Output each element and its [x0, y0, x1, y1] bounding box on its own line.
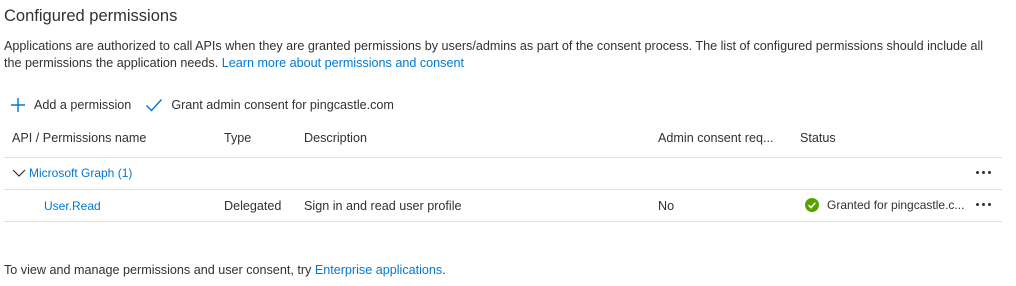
command-bar: Add a permission Grant admin consent for… — [10, 94, 408, 116]
granted-check-circle-icon — [805, 198, 819, 212]
checkmark-icon — [146, 99, 163, 112]
footer-text: To view and manage permissions and user … — [4, 263, 312, 277]
footer-note: To view and manage permissions and user … — [4, 263, 446, 277]
group-more-actions-icon[interactable] — [975, 168, 993, 178]
permission-description: Sign in and read user profile — [304, 199, 462, 213]
group-label: Microsoft Graph (1) — [29, 166, 133, 180]
plus-icon — [11, 98, 25, 112]
group-expander-microsoft-graph[interactable]: Microsoft Graph (1) — [12, 166, 132, 180]
add-permission-label: Add a permission — [34, 98, 132, 112]
permission-name-link[interactable]: User.Read — [44, 199, 101, 213]
permission-type: Delegated — [224, 199, 282, 213]
permission-status: Granted for pingcastle.c... — [805, 198, 965, 212]
row-more-actions-icon[interactable] — [975, 200, 993, 210]
description-text: Applications are authorized to call APIs… — [4, 39, 984, 70]
group-divider — [4, 189, 1002, 190]
chevron-down-icon — [12, 169, 26, 177]
footer-period: . — [442, 263, 446, 277]
header-divider — [4, 157, 1002, 158]
section-description: Applications are authorized to call APIs… — [4, 38, 1004, 72]
grant-admin-consent-label: Grant admin consent for pingcastle.com — [171, 98, 394, 112]
column-header-admin-consent[interactable]: Admin consent req... — [658, 131, 774, 145]
row-divider — [4, 221, 1002, 222]
column-header-api[interactable]: API / Permissions name — [12, 131, 146, 145]
column-header-status[interactable]: Status — [800, 131, 836, 145]
add-permission-button[interactable]: Add a permission — [10, 97, 131, 113]
column-header-description[interactable]: Description — [304, 131, 367, 145]
section-title: Configured permissions — [4, 7, 178, 25]
admin-consent-required: No — [658, 199, 675, 213]
learn-more-link[interactable]: Learn more about permissions and consent — [222, 56, 464, 70]
status-text: Granted for pingcastle.c... — [827, 198, 965, 212]
enterprise-applications-link[interactable]: Enterprise applications — [315, 263, 442, 277]
column-header-type[interactable]: Type — [224, 131, 251, 145]
grant-admin-consent-button[interactable]: Grant admin consent for pingcastle.com — [145, 97, 394, 113]
